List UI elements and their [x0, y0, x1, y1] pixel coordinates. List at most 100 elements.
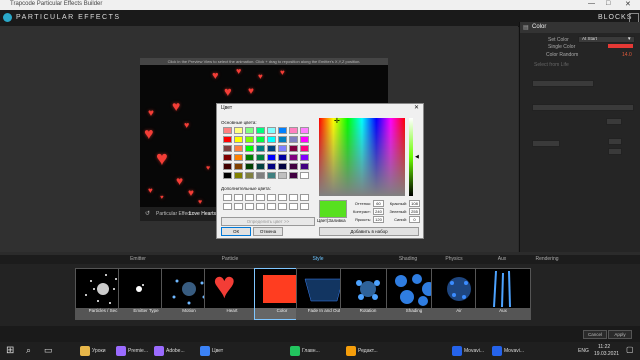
basic-color-swatch[interactable] [256, 127, 265, 134]
language-indicator[interactable]: ENG [578, 345, 589, 357]
basic-color-swatch[interactable] [289, 145, 298, 152]
close-icon[interactable]: ✕ [414, 104, 419, 111]
windows-start-icon[interactable]: ⊞ [6, 345, 14, 356]
custom-color-slot[interactable] [300, 194, 309, 201]
blocks-label[interactable]: BLOCKS [598, 14, 632, 21]
basic-color-swatch[interactable] [300, 145, 309, 152]
basic-color-swatch[interactable] [256, 136, 265, 143]
basic-color-swatch[interactable] [234, 163, 243, 170]
custom-color-slot[interactable] [289, 194, 298, 201]
custom-color-slot[interactable] [267, 203, 276, 210]
basic-color-swatch[interactable] [267, 154, 276, 161]
clock-time[interactable]: 11:22 [598, 344, 610, 350]
tab-rendering[interactable]: Rendering [534, 256, 560, 262]
basic-color-swatch[interactable] [267, 172, 276, 179]
basic-color-swatch[interactable] [234, 172, 243, 179]
basic-color-swatch[interactable] [223, 163, 232, 170]
luminance-bar[interactable] [409, 118, 413, 196]
disabled-slider[interactable] [532, 104, 634, 111]
taskbar-app-icon[interactable] [492, 346, 502, 356]
disabled-field[interactable] [532, 140, 560, 147]
custom-color-slot[interactable] [234, 194, 243, 201]
basic-color-swatch[interactable] [300, 163, 309, 170]
basic-color-swatch[interactable] [256, 163, 265, 170]
taskbar-app-label[interactable]: Редакт... [358, 345, 378, 357]
basic-color-swatch[interactable] [245, 145, 254, 152]
basic-color-swatch[interactable] [278, 154, 287, 161]
minimize-button[interactable]: — [588, 0, 595, 7]
basic-color-swatch[interactable] [278, 136, 287, 143]
maximize-button[interactable]: □ [606, 0, 610, 7]
custom-color-slot[interactable] [278, 203, 287, 210]
tab-aux[interactable]: Aux [494, 256, 510, 262]
cancel-button[interactable]: Cancel [583, 330, 607, 339]
basic-color-swatch[interactable] [234, 154, 243, 161]
taskbar-app-label[interactable]: Premie... [128, 345, 148, 357]
basic-color-swatch[interactable] [300, 136, 309, 143]
taskbar-app-label[interactable]: Цвет [212, 345, 223, 357]
basic-color-swatch[interactable] [245, 154, 254, 161]
tab-emitter[interactable]: Emitter [128, 256, 148, 262]
ok-button[interactable]: ОК [221, 227, 251, 236]
set-color-dropdown[interactable]: At Start ▼ [578, 36, 635, 43]
custom-color-slot[interactable] [245, 194, 254, 201]
apply-button[interactable]: Apply [608, 330, 632, 339]
taskbar-app-icon[interactable] [290, 346, 300, 356]
define-color-button[interactable]: Определить цвет >> [221, 217, 315, 226]
custom-color-slot[interactable] [256, 194, 265, 201]
taskbar-app-icon[interactable] [116, 346, 126, 356]
custom-color-slot[interactable] [267, 194, 276, 201]
clock-date[interactable]: 19.03.2021 [594, 351, 619, 357]
basic-color-swatch[interactable] [278, 163, 287, 170]
basic-color-swatch[interactable] [234, 145, 243, 152]
taskbar-app-icon[interactable] [154, 346, 164, 356]
basic-color-swatch[interactable] [245, 172, 254, 179]
color-random-value[interactable]: 14.0 [622, 52, 632, 58]
basic-color-swatch[interactable] [223, 172, 232, 179]
custom-color-slot[interactable] [234, 203, 243, 210]
basic-color-swatch[interactable] [278, 127, 287, 134]
taskbar-app-label[interactable]: Movavi... [464, 345, 484, 357]
basic-color-swatch[interactable] [256, 154, 265, 161]
custom-color-slot[interactable] [256, 203, 265, 210]
blue-field[interactable]: 0 [409, 216, 420, 223]
tab-physics[interactable]: Physics [444, 256, 464, 262]
basic-color-swatch[interactable] [300, 172, 309, 179]
basic-color-swatch[interactable] [267, 136, 276, 143]
basic-color-swatch[interactable] [267, 163, 276, 170]
custom-color-slot[interactable] [223, 194, 232, 201]
green-field[interactable]: 255 [409, 208, 420, 215]
basic-color-swatch[interactable] [289, 136, 298, 143]
basic-color-swatch[interactable] [245, 136, 254, 143]
luminance-arrow-icon[interactable]: ◀ [415, 154, 419, 160]
basic-color-swatch[interactable] [256, 145, 265, 152]
tab-particle[interactable]: Particle [220, 256, 240, 262]
taskbar-app-icon[interactable] [346, 346, 356, 356]
add-to-custom-button[interactable]: Добавить в набор [319, 227, 419, 236]
search-icon[interactable]: ⌕ [26, 345, 31, 356]
taskbar-app-label[interactable]: Уроки [92, 345, 106, 357]
basic-color-swatch[interactable] [267, 127, 276, 134]
tab-style[interactable]: Style [308, 256, 328, 262]
thumb-aux[interactable]: Aux [475, 268, 531, 320]
basic-color-swatch[interactable] [278, 172, 287, 179]
custom-color-slot[interactable] [223, 203, 232, 210]
disabled-slider[interactable] [532, 80, 594, 87]
custom-color-slot[interactable] [289, 203, 298, 210]
basic-color-swatch[interactable] [289, 172, 298, 179]
basic-color-swatch[interactable] [245, 127, 254, 134]
basic-color-swatch[interactable] [289, 163, 298, 170]
thumb-heart[interactable]: ♥ Heart [204, 268, 260, 320]
custom-color-slot[interactable] [245, 203, 254, 210]
red-field[interactable]: 108 [409, 200, 420, 207]
disabled-field[interactable] [606, 118, 622, 125]
basic-color-swatch[interactable] [245, 163, 254, 170]
collapse-icon[interactable]: ▤ [523, 24, 529, 31]
basic-color-swatch[interactable] [223, 145, 232, 152]
basic-color-swatch[interactable] [289, 127, 298, 134]
basic-color-swatch[interactable] [223, 154, 232, 161]
taskbar-app-icon[interactable] [80, 346, 90, 356]
custom-color-slot[interactable] [300, 203, 309, 210]
task-view-icon[interactable]: ▭ [44, 345, 53, 356]
taskbar-app-label[interactable]: Главн... [302, 345, 320, 357]
